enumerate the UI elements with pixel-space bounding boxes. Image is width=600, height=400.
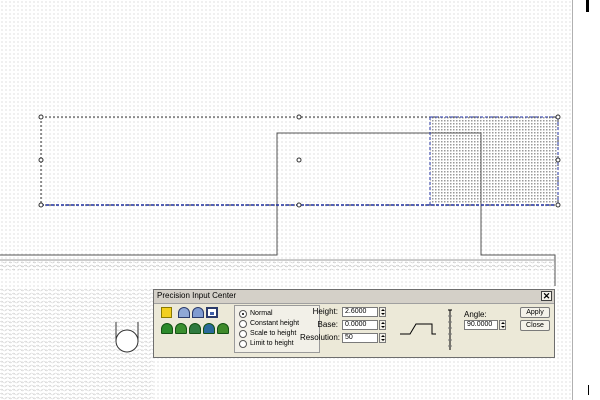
close-button[interactable]: Close (520, 320, 550, 331)
hatched-overlap-region (430, 117, 558, 203)
terrain-3-icon[interactable] (189, 323, 201, 334)
right-panel (573, 0, 600, 400)
resolution-input[interactable]: 50 (342, 333, 378, 343)
dialog-titlebar[interactable]: Precision Input Center ✕ (154, 290, 554, 304)
flat-shape-icon[interactable] (206, 307, 218, 318)
waves-band (0, 262, 555, 270)
angle-label: Angle: (464, 310, 487, 319)
radio-constant-height[interactable] (239, 320, 247, 328)
peak-shape-icon[interactable] (192, 307, 204, 318)
angle-spinner[interactable] (499, 320, 506, 330)
profile-preview (400, 309, 452, 350)
resolution-label: Resolution: (300, 333, 341, 342)
angle-input[interactable]: 90.0000 (464, 320, 498, 330)
dialog-title: Precision Input Center (157, 291, 237, 300)
radio-label-normal: Normal (250, 310, 273, 317)
terrain-2-icon[interactable] (175, 323, 187, 334)
apply-button[interactable]: Apply (520, 307, 550, 318)
radio-label-limit-to-height: Limit to height (250, 340, 294, 347)
radio-scale-to-height[interactable] (239, 330, 247, 338)
arc-shape-icon[interactable] (178, 307, 190, 318)
precision-input-dialog: Precision Input Center ✕ Normal Constant… (153, 289, 555, 358)
close-icon[interactable]: ✕ (541, 291, 552, 301)
terrain-4-icon[interactable] (203, 323, 215, 334)
base-spinner[interactable] (379, 320, 386, 330)
height-label: Height: (312, 307, 338, 316)
terrain-1-icon[interactable] (161, 323, 173, 334)
scroll-marker-top[interactable] (586, 0, 589, 12)
radio-normal[interactable] (239, 310, 247, 318)
color-swatch-icon[interactable] (161, 307, 172, 318)
height-spinner[interactable] (379, 307, 386, 317)
profile-preview-shape (400, 323, 436, 335)
radio-label-constant-height: Constant height (250, 320, 300, 327)
resolution-spinner[interactable] (379, 333, 386, 343)
circle-symbol (115, 329, 139, 353)
terrain-5-icon[interactable] (217, 323, 229, 334)
radio-limit-to-height[interactable] (239, 340, 247, 348)
base-label: Base: (317, 320, 338, 329)
scroll-marker-bottom[interactable] (588, 385, 589, 395)
radio-label-scale-to-height: Scale to height (250, 330, 297, 337)
height-input[interactable]: 2.6000 (342, 307, 378, 317)
base-input[interactable]: 0.0000 (342, 320, 378, 330)
